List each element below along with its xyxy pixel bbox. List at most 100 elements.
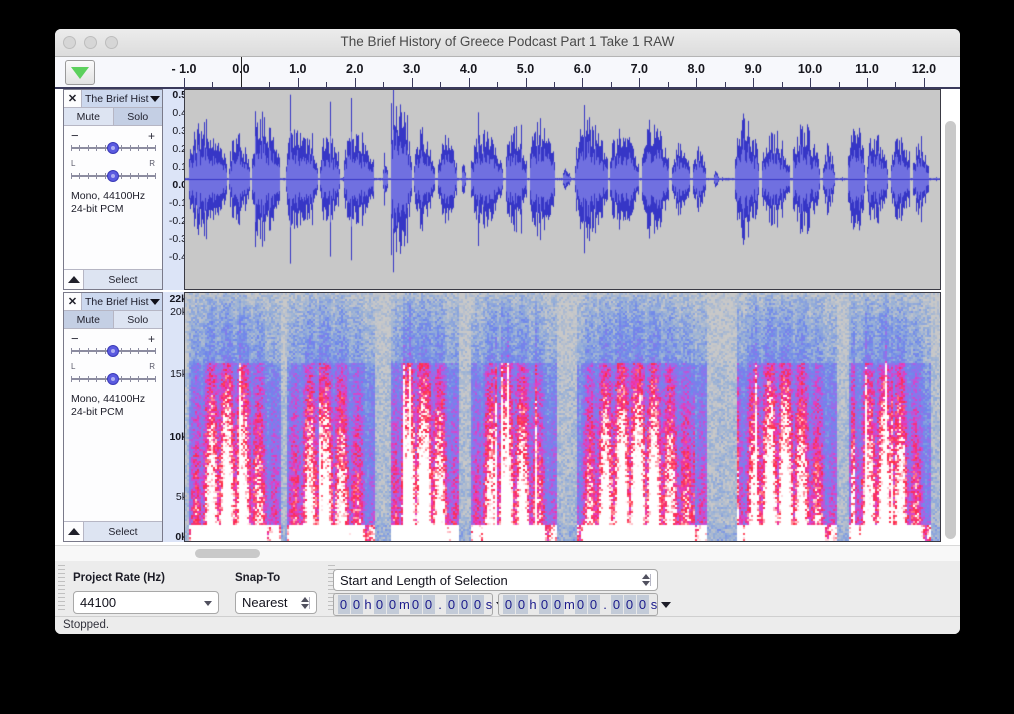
solo-button[interactable]: Solo bbox=[114, 108, 163, 125]
ruler-tick-minor bbox=[212, 82, 213, 87]
ruler-label: 2.0 bbox=[346, 62, 363, 76]
selection-mode-combobox[interactable]: Start and Length of Selection bbox=[333, 569, 658, 591]
pinned-play-head-button[interactable] bbox=[65, 60, 95, 85]
selection-length-millis-digit[interactable]: 0 bbox=[624, 595, 636, 614]
pan-slider-thumb[interactable] bbox=[107, 373, 119, 385]
ruler-tick-minor bbox=[383, 82, 384, 87]
selection-start-digits[interactable]: 00h00m00.000s bbox=[334, 595, 494, 614]
horizontal-scrollbar-thumb[interactable] bbox=[195, 549, 260, 558]
select-track-button[interactable]: Select bbox=[84, 522, 162, 541]
ruler-tick-minor bbox=[839, 82, 840, 87]
track-name-dropdown[interactable]: The Brief Hist bbox=[82, 90, 162, 107]
track-1[interactable]: ✕The Brief HistMuteSolo−+LRMono, 44100Hz… bbox=[55, 89, 960, 290]
pan-slider-min-label: L bbox=[71, 363, 75, 372]
close-track-icon[interactable]: ✕ bbox=[64, 293, 82, 310]
selection-length-seconds-digit[interactable]: 0 bbox=[575, 595, 587, 614]
pan-slider-wrap: LR bbox=[64, 357, 162, 385]
track-control-panel-1[interactable]: ✕The Brief HistMuteSolo−+LRMono, 44100Hz… bbox=[63, 89, 163, 290]
spectrogram-canvas[interactable] bbox=[185, 293, 940, 541]
mute-solo-row: MuteSolo bbox=[64, 311, 162, 329]
title-bar: The Brief History of Greece Podcast Part… bbox=[55, 29, 960, 57]
chevron-down-icon bbox=[150, 299, 160, 305]
track-area[interactable]: ✕The Brief HistMuteSolo−+LRMono, 44100Hz… bbox=[55, 89, 960, 549]
toolbar-grip-left[interactable] bbox=[58, 565, 65, 613]
selection-start-millis-digit[interactable]: 0 bbox=[472, 595, 484, 614]
selection-start-millis-digit[interactable]: 0 bbox=[446, 595, 458, 614]
pan-slider-tick bbox=[105, 173, 106, 179]
gain-slider-labels: −+ bbox=[71, 132, 155, 141]
pan-slider[interactable] bbox=[71, 373, 155, 385]
selection-length-minutes-digit[interactable]: 0 bbox=[552, 595, 564, 614]
close-track-icon[interactable]: ✕ bbox=[64, 90, 82, 107]
selection-start-millis-digit[interactable]: 0 bbox=[459, 595, 471, 614]
gain-slider-tick bbox=[121, 348, 122, 354]
waveform-display[interactable] bbox=[184, 89, 941, 290]
gain-slider-tick bbox=[138, 145, 139, 151]
gain-slider-tick bbox=[121, 145, 122, 151]
selection-length-digits[interactable]: 00h00m00.000s bbox=[499, 595, 659, 614]
snap-to-combobox[interactable]: Nearest bbox=[235, 591, 317, 614]
pan-slider-thumb[interactable] bbox=[107, 170, 119, 182]
selection-length-minutes-digit[interactable]: 0 bbox=[539, 595, 551, 614]
ruler-label: 5.0 bbox=[517, 62, 534, 76]
selection-start-time-field[interactable]: 00h00m00.000s bbox=[333, 593, 493, 616]
selection-length-millis-digit[interactable]: 0 bbox=[611, 595, 623, 614]
gain-slider[interactable] bbox=[71, 142, 155, 154]
mute-button[interactable]: Mute bbox=[64, 311, 114, 328]
selection-length-hours-digit[interactable]: 0 bbox=[503, 595, 515, 614]
pan-slider-tick bbox=[79, 173, 80, 179]
ruler-tick-minor bbox=[269, 82, 270, 87]
selection-start-minutes-digit[interactable]: 0 bbox=[387, 595, 399, 614]
pan-slider[interactable] bbox=[71, 170, 155, 182]
ruler-label: 7.0 bbox=[631, 62, 648, 76]
spectrogram-display[interactable] bbox=[184, 292, 941, 542]
gain-slider-tick bbox=[105, 348, 106, 354]
selection-start-seconds-digit[interactable]: 0 bbox=[423, 595, 435, 614]
selection-start-hours-digit[interactable]: 0 bbox=[338, 595, 350, 614]
audacity-window: The Brief History of Greece Podcast Part… bbox=[55, 29, 960, 634]
ruler-tick-major bbox=[355, 78, 356, 87]
ruler-tick-major bbox=[469, 78, 470, 87]
gain-slider-thumb[interactable] bbox=[107, 345, 119, 357]
selection-length-hours-digit[interactable]: 0 bbox=[516, 595, 528, 614]
ruler-label: - 1.0 bbox=[171, 62, 196, 76]
pan-slider-tick bbox=[130, 376, 131, 382]
project-rate-value: 44100 bbox=[80, 595, 203, 610]
pan-slider-min-label: L bbox=[71, 160, 75, 169]
selection-start-minutes-digit[interactable]: 0 bbox=[374, 595, 386, 614]
track-header-row: ✕The Brief Hist bbox=[64, 293, 162, 311]
mute-button[interactable]: Mute bbox=[64, 108, 114, 125]
track-control-panel-2[interactable]: ✕The Brief HistMuteSolo−+LRMono, 44100Hz… bbox=[63, 292, 163, 542]
waveform-canvas[interactable] bbox=[185, 90, 940, 289]
gain-slider[interactable] bbox=[71, 345, 155, 357]
pan-slider-tick bbox=[130, 173, 131, 179]
track-name-dropdown[interactable]: The Brief Hist bbox=[82, 293, 162, 310]
selection-length-time-field[interactable]: 00h00m00.000s bbox=[498, 593, 658, 616]
selection-start-hours-unit: h bbox=[363, 595, 373, 614]
selection-start-seconds-digit[interactable]: 0 bbox=[410, 595, 422, 614]
timeline-ruler[interactable]: - 1.00.01.02.03.04.05.06.07.08.09.010.01… bbox=[55, 57, 960, 89]
ruler-tick-minor bbox=[611, 82, 612, 87]
project-rate-combobox[interactable]: 44100 bbox=[73, 591, 219, 614]
track-2[interactable]: ✕The Brief HistMuteSolo−+LRMono, 44100Hz… bbox=[55, 292, 960, 542]
chevron-up-icon bbox=[68, 276, 80, 283]
chevron-down-icon[interactable] bbox=[661, 602, 671, 608]
gain-slider-thumb[interactable] bbox=[107, 142, 119, 154]
selection-start-hours-digit[interactable]: 0 bbox=[351, 595, 363, 614]
ruler-tick-minor bbox=[440, 82, 441, 87]
selection-length-millis-digit[interactable]: 0 bbox=[637, 595, 649, 614]
gain-slider-max-label: + bbox=[148, 132, 155, 141]
select-track-button[interactable]: Select bbox=[84, 270, 162, 289]
solo-button[interactable]: Solo bbox=[114, 311, 163, 328]
gain-slider-tick bbox=[71, 348, 72, 354]
horizontal-scrollbar[interactable] bbox=[55, 545, 960, 561]
selection-length-seconds-digit[interactable]: 0 bbox=[588, 595, 600, 614]
selection-start-seconds-unit: s bbox=[484, 595, 494, 614]
pan-slider-tick bbox=[147, 376, 148, 382]
vertical-scrollbar-thumb[interactable] bbox=[945, 121, 956, 539]
vertical-scrollbar[interactable] bbox=[944, 119, 957, 569]
collapse-track-button[interactable] bbox=[64, 270, 84, 289]
ruler-label: 11.0 bbox=[855, 62, 879, 76]
ruler-label: 1.0 bbox=[289, 62, 306, 76]
collapse-track-button[interactable] bbox=[64, 522, 84, 541]
